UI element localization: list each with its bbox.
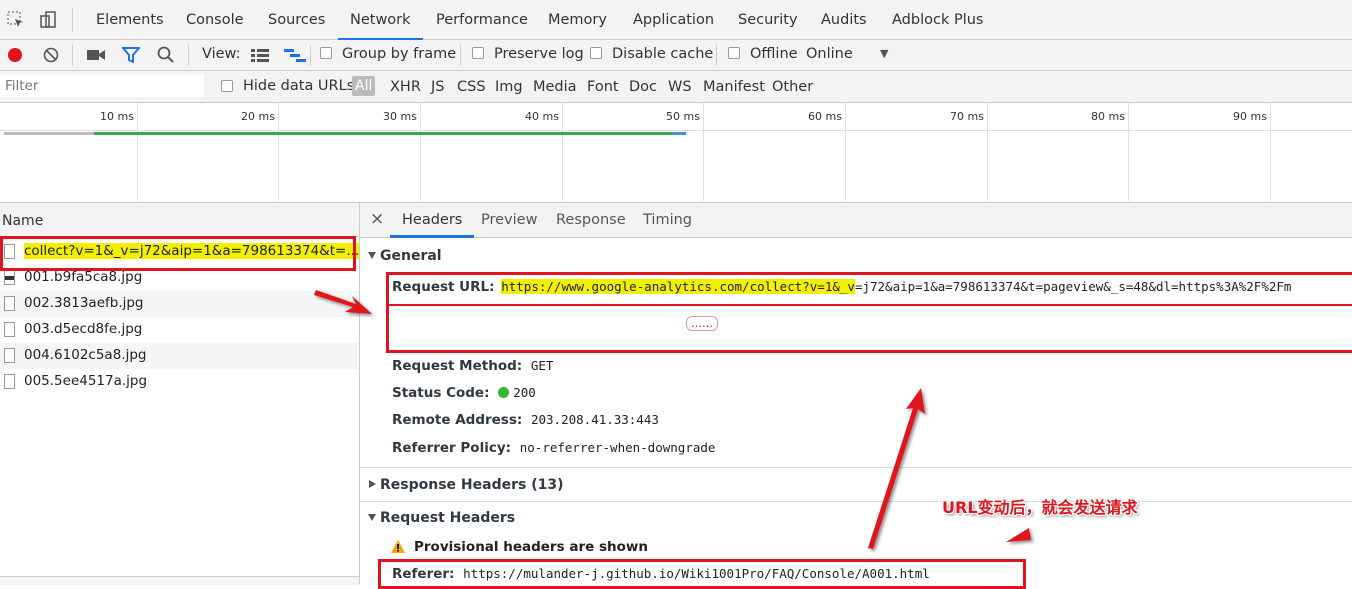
arrow-to-ellipsis bbox=[868, 388, 925, 549]
arrow-to-referer bbox=[1006, 528, 1031, 542]
arrow-to-request-url bbox=[314, 290, 372, 314]
annotation-arrows bbox=[314, 290, 1031, 549]
annotation-caption: URL变动后，就会发送请求 bbox=[942, 498, 1138, 517]
